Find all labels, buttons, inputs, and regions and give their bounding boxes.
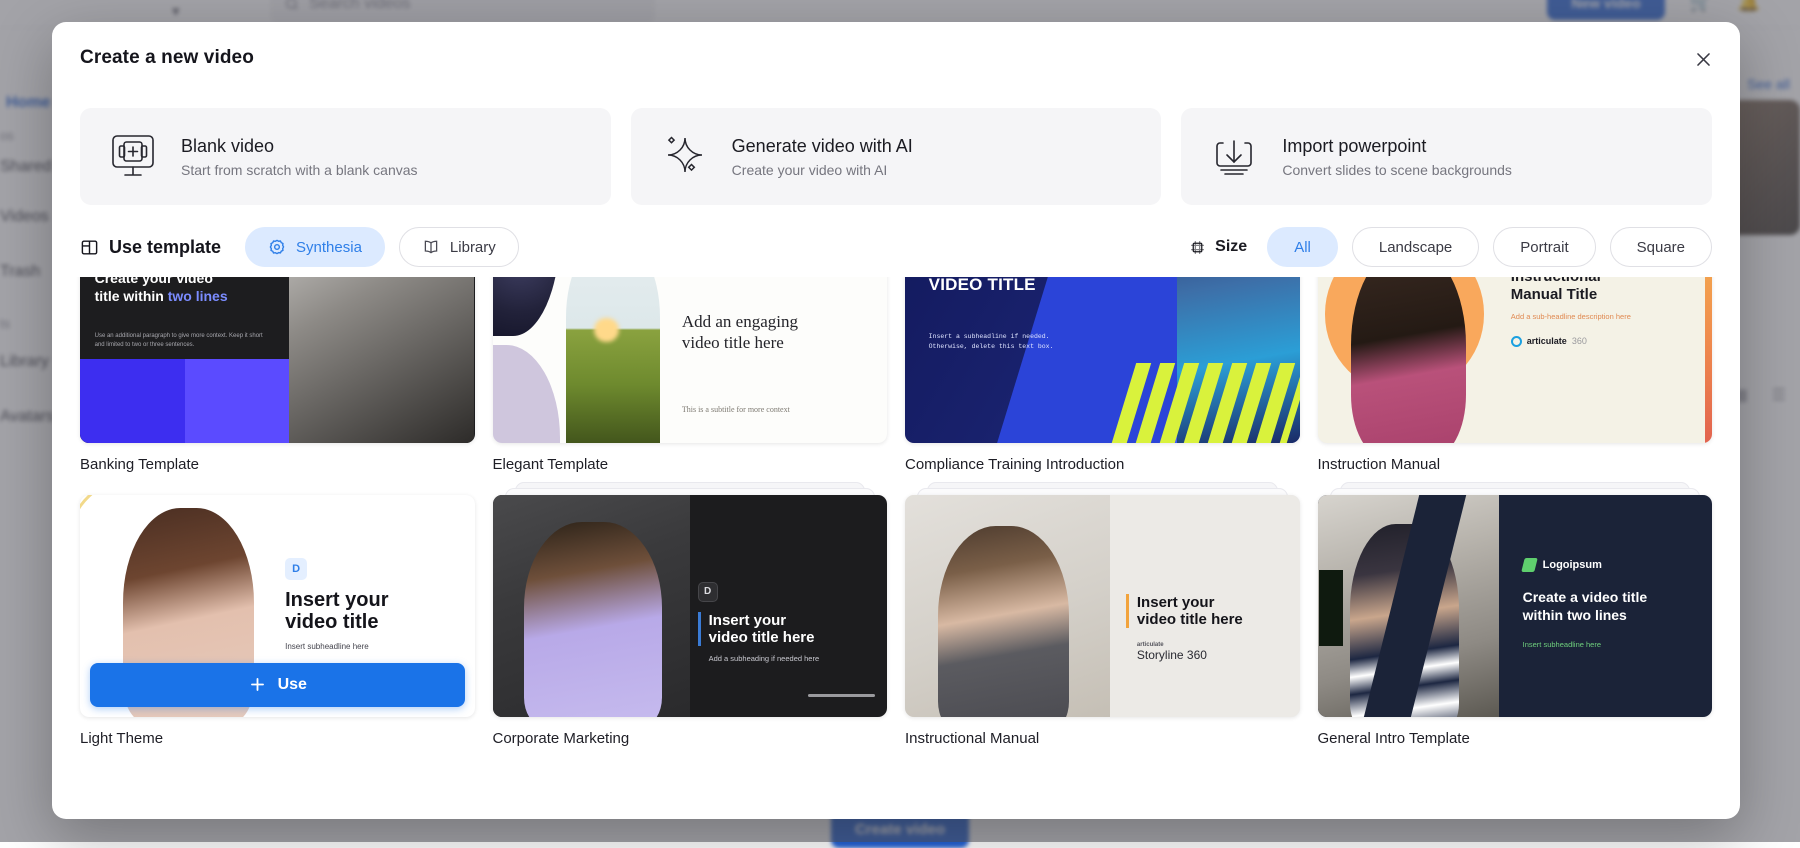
tab-library[interactable]: Library bbox=[399, 227, 519, 267]
synthesia-logo-icon bbox=[268, 238, 286, 256]
template-name: Compliance Training Introduction bbox=[905, 456, 1300, 473]
template-thumbnail: START BY CREATING YOUR VIDEO TITLE Inser… bbox=[905, 277, 1300, 443]
thumb-photo bbox=[289, 277, 474, 443]
thumb-subtitle: Insert subheadline here bbox=[1523, 640, 1693, 649]
thumb-title: Insert your video title here bbox=[698, 612, 872, 647]
blank-video-title: Blank video bbox=[181, 136, 418, 157]
import-download-icon bbox=[1208, 131, 1260, 183]
thumb-body: Use an additional paragraph to give more… bbox=[95, 332, 266, 350]
size-filter-label: Size bbox=[1189, 238, 1247, 256]
template-name: Corporate Marketing bbox=[493, 730, 888, 747]
template-card[interactable]: D Insert your video title here Add a sub… bbox=[493, 495, 888, 747]
template-name: Light Theme bbox=[80, 730, 475, 747]
size-filter-portrait[interactable]: Portrait bbox=[1493, 227, 1595, 267]
template-toolbar: Use template Synthesia Library Size bbox=[52, 205, 1740, 277]
template-name: General Intro Template bbox=[1318, 730, 1713, 747]
storyline-logo: articulate Storyline 360 bbox=[1126, 642, 1280, 662]
create-video-modal: Create a new video Blank video bbox=[52, 22, 1740, 819]
import-powerpoint-option[interactable]: Import powerpoint Convert slides to scen… bbox=[1181, 108, 1712, 205]
import-powerpoint-title: Import powerpoint bbox=[1282, 136, 1512, 157]
blank-video-icon bbox=[107, 131, 159, 183]
template-card-hovered[interactable]: D Insert your video title Insert subhead… bbox=[80, 495, 475, 747]
template-name: Instruction Manual bbox=[1318, 456, 1713, 473]
generate-with-ai-option[interactable]: Generate video with AI Create your video… bbox=[631, 108, 1162, 205]
thumb-subtitle: Insert a subheadline if needed. Otherwis… bbox=[929, 332, 1087, 352]
sparkle-ai-icon bbox=[658, 131, 710, 183]
book-icon bbox=[422, 238, 440, 256]
thumb-title: START BY CREATING YOUR VIDEO TITLE bbox=[929, 277, 1073, 295]
thumb-title: Insert your video title here bbox=[1126, 594, 1280, 629]
tab-synthesia[interactable]: Synthesia bbox=[245, 227, 385, 267]
use-button-label: Use bbox=[278, 676, 307, 694]
articulate-logo: articulate 360 bbox=[1511, 336, 1696, 347]
thumb-title: Add an engaging video title here bbox=[682, 311, 864, 354]
template-thumbnail: D Insert your video title Insert subhead… bbox=[80, 495, 475, 717]
template-thumbnail: Logoipsum Create a video title within tw… bbox=[1318, 495, 1713, 717]
thumb-photo bbox=[493, 495, 690, 717]
template-card[interactable]: Create your video title within two lines… bbox=[80, 277, 475, 473]
template-grid: Create your video title within two lines… bbox=[80, 277, 1712, 747]
template-grid-scroll[interactable]: Create your video title within two lines… bbox=[52, 277, 1740, 819]
template-card[interactable]: Logoipsum Create a video title within tw… bbox=[1318, 495, 1713, 747]
template-name: Instructional Manual bbox=[905, 730, 1300, 747]
thumb-title: Create your video title within two lines bbox=[95, 277, 228, 306]
template-card[interactable]: Insert your video title here articulate … bbox=[905, 495, 1300, 747]
template-thumbnail: Insert your video title here articulate … bbox=[905, 495, 1300, 717]
generate-with-ai-subtitle: Create your video with AI bbox=[732, 162, 913, 178]
use-template-button[interactable]: Use bbox=[90, 663, 465, 707]
size-filter-square[interactable]: Square bbox=[1610, 227, 1712, 267]
template-thumbnail: Add an engaging video title here This is… bbox=[493, 277, 888, 443]
template-thumbnail: Create your video title within two lines… bbox=[80, 277, 475, 443]
close-icon[interactable] bbox=[1688, 44, 1718, 74]
thumb-title: Create a video title within two lines bbox=[1523, 588, 1693, 624]
thumb-title: Instructional Manual Title bbox=[1511, 277, 1696, 304]
thumb-subtitle: Add a subheading if needed here bbox=[698, 654, 872, 663]
template-card[interactable]: Instructional Manual Title Add a sub-hea… bbox=[1318, 277, 1713, 473]
generate-with-ai-title: Generate video with AI bbox=[732, 136, 913, 157]
articulate-ring-icon bbox=[1511, 336, 1522, 347]
thumb-title: Insert your video title bbox=[285, 589, 455, 634]
tab-synthesia-label: Synthesia bbox=[296, 239, 362, 256]
template-card[interactable]: Add an engaging video title here This is… bbox=[493, 277, 888, 473]
logoipsum-mark-icon bbox=[1521, 558, 1537, 572]
modal-header: Create a new video bbox=[52, 22, 1740, 94]
blank-video-option[interactable]: Blank video Start from scratch with a bl… bbox=[80, 108, 611, 205]
template-thumbnail: D Insert your video title here Add a sub… bbox=[493, 495, 888, 717]
aspect-ratio-icon bbox=[1189, 239, 1206, 256]
thumb-subtitle: Insert subheadline here bbox=[285, 642, 455, 651]
use-template-label: Use template bbox=[80, 237, 221, 258]
template-thumbnail: Instructional Manual Title Add a sub-hea… bbox=[1318, 277, 1713, 443]
thumb-photo bbox=[1318, 495, 1499, 717]
blank-video-subtitle: Start from scratch with a blank canvas bbox=[181, 162, 418, 178]
template-name: Banking Template bbox=[80, 456, 475, 473]
thumb-subtitle: This is a subtitle for more context bbox=[682, 405, 790, 414]
import-powerpoint-subtitle: Convert slides to scene backgrounds bbox=[1282, 162, 1512, 178]
thumb-photo bbox=[1318, 277, 1503, 443]
page-title: Create a new video bbox=[80, 47, 254, 69]
tab-library-label: Library bbox=[450, 239, 496, 256]
size-filter-all[interactable]: All bbox=[1267, 227, 1338, 267]
template-name: Elegant Template bbox=[493, 456, 888, 473]
thumb-logo-badge: D bbox=[285, 558, 307, 580]
size-filter-landscape[interactable]: Landscape bbox=[1352, 227, 1479, 267]
thumb-logo-badge: D bbox=[698, 582, 718, 602]
thumb-photo bbox=[905, 495, 1110, 717]
create-options-row: Blank video Start from scratch with a bl… bbox=[52, 94, 1740, 205]
thumb-subtitle: Add a sub-headline description here bbox=[1511, 311, 1696, 322]
layout-template-icon bbox=[80, 238, 99, 257]
logoipsum-logo: Logoipsum bbox=[1523, 558, 1693, 572]
plus-icon bbox=[248, 675, 267, 694]
template-card[interactable]: START BY CREATING YOUR VIDEO TITLE Inser… bbox=[905, 277, 1300, 473]
